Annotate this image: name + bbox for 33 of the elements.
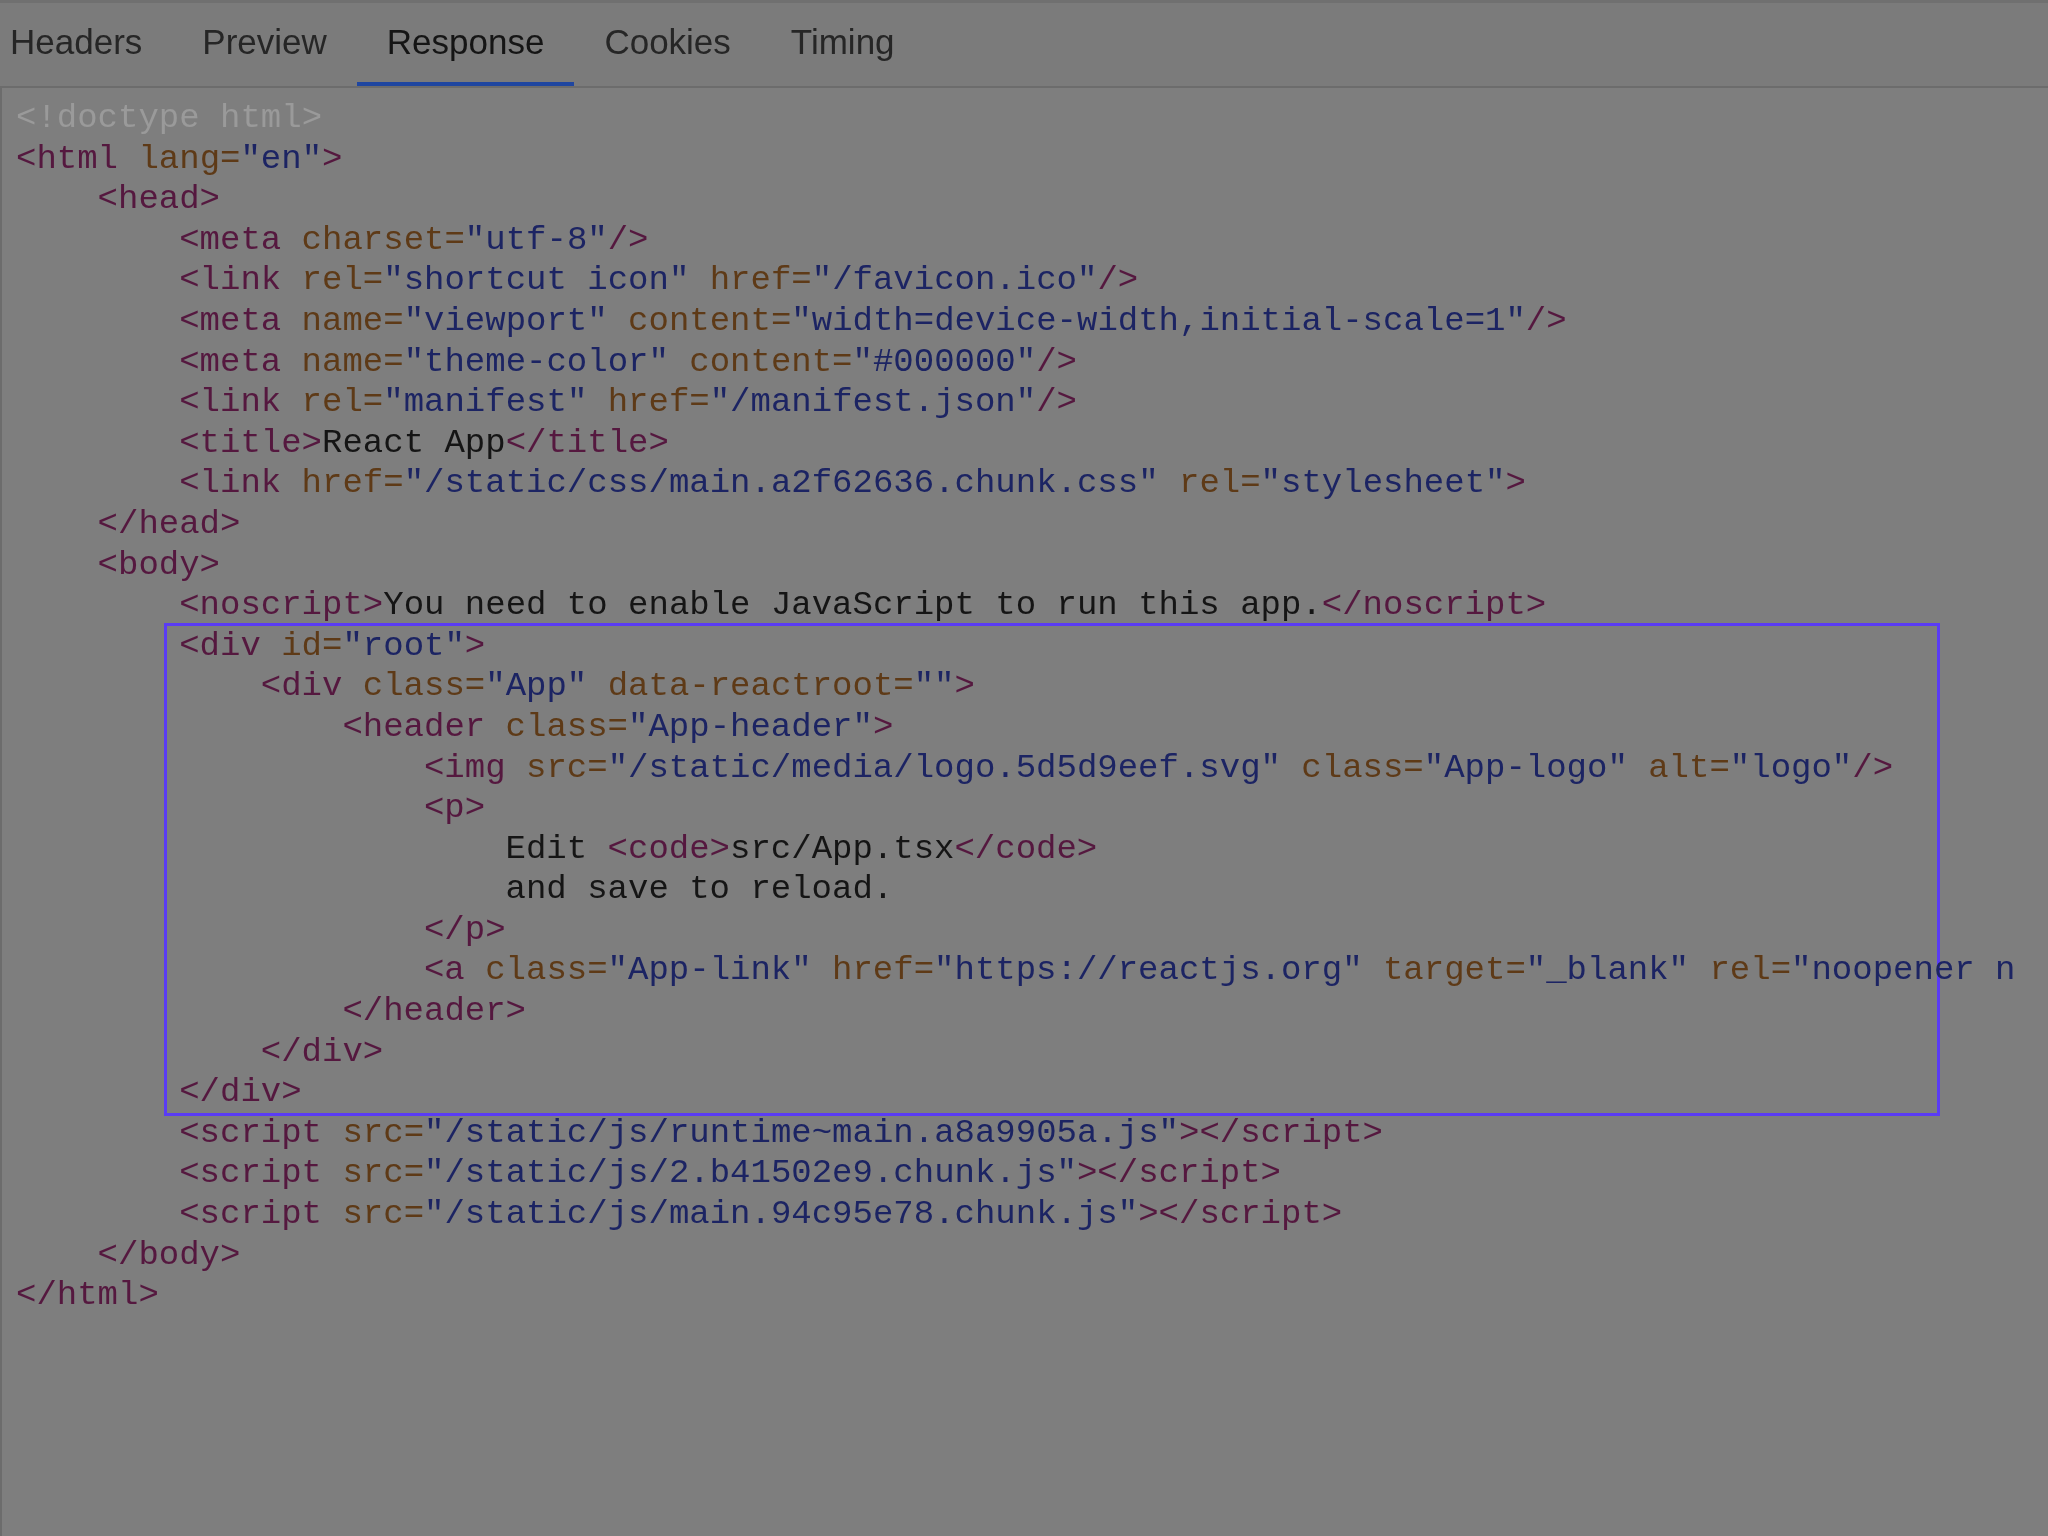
code-line: <body> [97, 544, 220, 586]
code-line: <link rel="manifest" href="/manifest.json"/> [179, 382, 1077, 423]
code-line: <img src="/static/media/logo.5d5d9eef.svg" class="App-logo" alt="logo"/> [423, 747, 1894, 789]
code-line: </head> [97, 503, 241, 545]
code-line: <meta name="theme-color" content="#000000"/> [179, 341, 1077, 383]
code-line: <title>React App</title> [179, 422, 669, 464]
code-line: <link rel="shortcut icon" href="/favicon.ico"/> [179, 260, 1139, 301]
code-line: <div id="root"> [179, 625, 486, 667]
code-line: </body> [97, 1234, 241, 1276]
code-line: <link href="/static/css/main.a2f62636.chunk.css" rel="stylesheet"> [179, 463, 1526, 504]
code-line: </div> [179, 1072, 302, 1113]
code-line: <noscript>You need to enable JavaScript to run this app.</noscript> [179, 585, 1547, 626]
code-line: <script src="/static/js/runtime~main.a8a9905a.js"></script> [179, 1112, 1384, 1154]
code-line: <p> [423, 788, 486, 829]
code-line: <div class="App" data-reactroot=""> [260, 666, 975, 707]
code-line: <head> [97, 179, 220, 220]
code-line: Edit <code>src/App.tsx</code> [505, 828, 1098, 870]
code-line: <header class="App-header"> [342, 706, 894, 748]
tab[interactable]: Headers [0, 3, 173, 86]
code-line: <meta name="viewport" content="width=device-width,initial-scale=1"/> [179, 300, 1567, 342]
code-line: </header> [342, 991, 526, 1032]
code-line: <html lang="en"> [16, 138, 343, 180]
code-line: </div> [260, 1031, 384, 1073]
tab[interactable]: Timing [760, 3, 925, 86]
tab[interactable]: Cookies [574, 3, 761, 86]
code-line: </p> [423, 909, 506, 951]
tab[interactable]: Response [356, 3, 575, 86]
code-line: </html> [16, 1275, 159, 1316]
code-line: <meta charset="utf-8"/> [179, 219, 649, 261]
code-line: and save to reload. [505, 869, 894, 910]
code-line: <script src="/static/js/2.b41502e9.chunk.js"></script> [179, 1153, 1281, 1195]
tab[interactable]: Preview [172, 3, 357, 86]
code-line: <script src="/static/js/main.94c95e78.chunk.js"></script> [179, 1194, 1343, 1235]
